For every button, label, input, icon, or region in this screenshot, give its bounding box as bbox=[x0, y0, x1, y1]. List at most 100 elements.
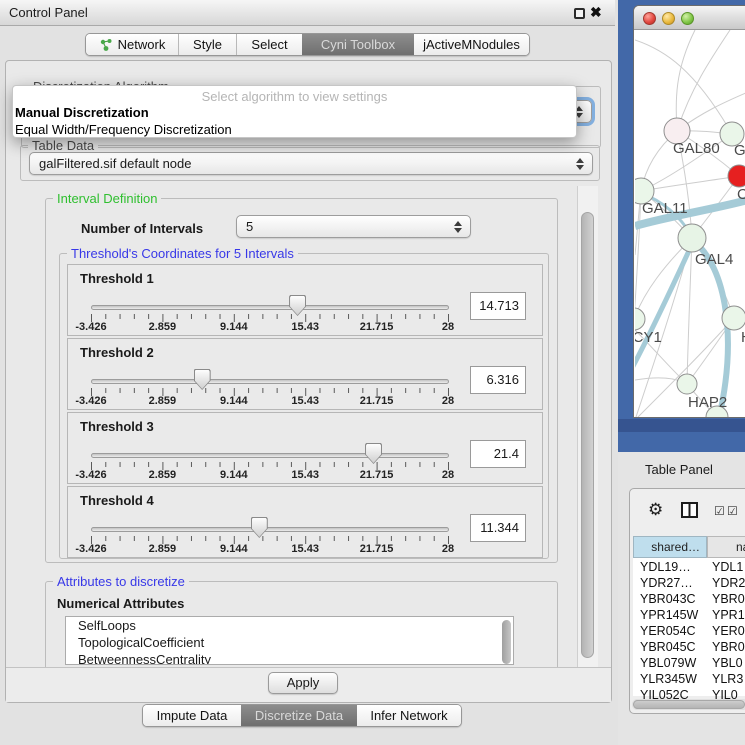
cell-shared-name[interactable]: YBL079W bbox=[640, 656, 696, 670]
number-of-intervals-combo[interactable]: 5 bbox=[236, 215, 471, 238]
tab-impute-data[interactable]: Impute Data bbox=[143, 705, 241, 726]
table-row[interactable]: YER054C YER0 bbox=[633, 624, 745, 640]
tab-discretize-data[interactable]: Discretize Data bbox=[241, 705, 357, 726]
attribute-item-selfloops[interactable]: SelfLoops bbox=[66, 617, 513, 634]
threshold-slider-track[interactable] bbox=[91, 527, 449, 532]
float-window-icon[interactable] bbox=[574, 8, 585, 19]
network-edge[interactable] bbox=[635, 242, 693, 370]
tab-network[interactable]: Network bbox=[86, 34, 178, 55]
network-edge[interactable] bbox=[676, 30, 695, 131]
table-row[interactable]: YBL079W YBL0 bbox=[633, 656, 745, 672]
close-traffic-light-icon[interactable] bbox=[643, 12, 656, 25]
tab-infer-network-label: Infer Network bbox=[370, 708, 447, 723]
table-hscrollbar-track[interactable] bbox=[632, 699, 745, 710]
apply-button[interactable]: Apply bbox=[268, 672, 338, 694]
axis-tick-label: 2.859 bbox=[149, 395, 177, 407]
cell-name[interactable]: YBR0 bbox=[712, 640, 745, 654]
network-edge[interactable] bbox=[635, 191, 641, 319]
threshold-value-input[interactable]: 14.713 bbox=[470, 292, 526, 320]
list-scrollbar[interactable] bbox=[502, 620, 511, 664]
cell-shared-name[interactable]: YPR145W bbox=[640, 608, 698, 622]
thresholds-group: Threshold's Coordinates for 5 Intervals … bbox=[59, 253, 549, 559]
node-label: GA bbox=[734, 142, 745, 159]
screen: Control Panel ✖ NetworkStyle Select Cyni T… bbox=[0, 0, 745, 745]
zoom-traffic-light-icon[interactable] bbox=[681, 12, 694, 25]
split-columns-icon[interactable] bbox=[681, 502, 698, 521]
checkbox-icon[interactable]: ☑ bbox=[714, 504, 725, 518]
tab-select-label: Select bbox=[251, 37, 287, 52]
cell-shared-name[interactable]: YDL19… bbox=[640, 560, 691, 574]
axis-tick-label: 21.715 bbox=[360, 543, 394, 555]
cell-name[interactable]: YDR2 bbox=[712, 576, 745, 590]
cell-shared-name[interactable]: YBR045C bbox=[640, 640, 696, 654]
cell-shared-name[interactable]: YLR345W bbox=[640, 672, 697, 686]
threshold-value-input[interactable]: 11.344 bbox=[470, 514, 526, 542]
column-header-na[interactable]: na bbox=[707, 536, 745, 558]
attribute-item-topologicalcoefficient[interactable]: TopologicalCoefficient bbox=[66, 634, 513, 651]
table-data-group: Table Data galFiltered.sif default node bbox=[20, 145, 600, 181]
slider-ticks bbox=[91, 462, 450, 471]
network-node-gcy1[interactable] bbox=[635, 308, 645, 330]
network-node-hap2[interactable] bbox=[677, 374, 697, 394]
table-panel-title: Table Panel bbox=[645, 462, 713, 477]
cell-name[interactable]: YBL0 bbox=[712, 656, 743, 670]
cell-name[interactable]: YBR0 bbox=[712, 592, 745, 606]
cell-name[interactable]: YLR3 bbox=[712, 672, 743, 686]
column-header-shared-[interactable]: shared… bbox=[633, 536, 707, 558]
attribute-item-betweennesscentrality[interactable]: BetweennessCentrality bbox=[66, 651, 513, 665]
table-data-combo[interactable]: galFiltered.sif default node bbox=[29, 152, 593, 175]
popup-item-manual-discretization[interactable]: Manual Discretization bbox=[15, 105, 149, 120]
table-panel-inner: ⚙ ☑ ☑ shared…na YDL19… YDL1 YDR27… YDR2 YBR0… bbox=[629, 488, 745, 714]
threshold-slider-thumb[interactable] bbox=[251, 517, 268, 538]
threshold-slider-track[interactable] bbox=[91, 453, 449, 458]
cell-shared-name[interactable]: YBR043C bbox=[640, 592, 696, 606]
table-row[interactable]: YDR27… YDR2 bbox=[633, 576, 745, 592]
table-row[interactable]: YPR145W YPR1 bbox=[633, 608, 745, 624]
network-window-titlebar[interactable] bbox=[634, 6, 745, 30]
panel-scrollbar-thumb[interactable] bbox=[581, 212, 594, 658]
threshold-value-input[interactable]: 21.4 bbox=[470, 440, 526, 468]
threshold-slider-track[interactable] bbox=[91, 305, 449, 310]
minimize-traffic-light-icon[interactable] bbox=[662, 12, 675, 25]
tab-select[interactable]: Select bbox=[236, 34, 302, 55]
tab-jactivemnodules[interactable]: jActiveMNodules bbox=[414, 34, 529, 55]
threshold-slider-thumb[interactable] bbox=[289, 295, 306, 316]
threshold-value-input[interactable]: 6.316 bbox=[470, 366, 526, 394]
tab-infer-network[interactable]: Infer Network bbox=[357, 705, 461, 726]
threshold-slider-thumb[interactable] bbox=[194, 369, 211, 390]
control-panel-titlebar: Control Panel ✖ bbox=[0, 0, 615, 26]
threshold-panel: Threshold 4 11.344 -3.4262.8599.14415.43… bbox=[67, 486, 543, 558]
number-of-intervals-label: Number of Intervals bbox=[81, 221, 203, 236]
slider-ticks bbox=[91, 388, 450, 397]
network-canvas[interactable]: GAL80GACGAL11GAL4GCY1HHAP2 bbox=[635, 30, 745, 418]
numerical-attributes-list[interactable]: SelfLoopsTopologicalCoefficientBetweenne… bbox=[65, 616, 514, 665]
close-icon[interactable]: ✖ bbox=[590, 4, 602, 21]
bottom-tab-bar: Impute DataDiscretize Data Infer Network bbox=[142, 704, 462, 727]
node-label: C bbox=[737, 186, 745, 203]
table-hscrollbar-thumb[interactable] bbox=[633, 700, 745, 709]
cell-shared-name[interactable]: YDR27… bbox=[640, 576, 693, 590]
network-edge[interactable] bbox=[687, 238, 692, 384]
network-edge[interactable] bbox=[677, 30, 730, 131]
axis-tick-label: 28 bbox=[442, 321, 454, 333]
table-row[interactable]: YLR345W YLR3 bbox=[633, 672, 745, 688]
node-label: GAL4 bbox=[695, 251, 733, 268]
network-node-h[interactable] bbox=[722, 306, 745, 330]
top-tab-bar: NetworkStyle Select Cyni ToolboxjActiveMNo… bbox=[85, 33, 530, 56]
table-row[interactable]: YBR043C YBR0 bbox=[633, 592, 745, 608]
cell-name[interactable]: YER0 bbox=[712, 624, 745, 638]
threshold-slider-track[interactable] bbox=[91, 379, 449, 384]
cell-name[interactable]: YDL1 bbox=[712, 560, 743, 574]
tab-style[interactable]: Style bbox=[178, 34, 236, 55]
cell-name[interactable]: YPR1 bbox=[712, 608, 745, 622]
cell-shared-name[interactable]: YER054C bbox=[640, 624, 696, 638]
table-row[interactable]: YBR045C YBR0 bbox=[633, 640, 745, 656]
network-node-c[interactable] bbox=[728, 165, 745, 187]
table-row[interactable]: YDL19… YDL1 bbox=[633, 560, 745, 576]
network-node-gal4[interactable] bbox=[678, 224, 706, 252]
threshold-slider-thumb[interactable] bbox=[365, 443, 382, 464]
popup-item-equal-width-frequency-discretization[interactable]: Equal Width/Frequency Discretization bbox=[15, 122, 232, 137]
gear-icon[interactable]: ⚙ bbox=[648, 500, 663, 520]
checkbox-icon[interactable]: ☑ bbox=[727, 504, 738, 518]
tab-cyni-toolbox[interactable]: Cyni Toolbox bbox=[302, 34, 414, 55]
